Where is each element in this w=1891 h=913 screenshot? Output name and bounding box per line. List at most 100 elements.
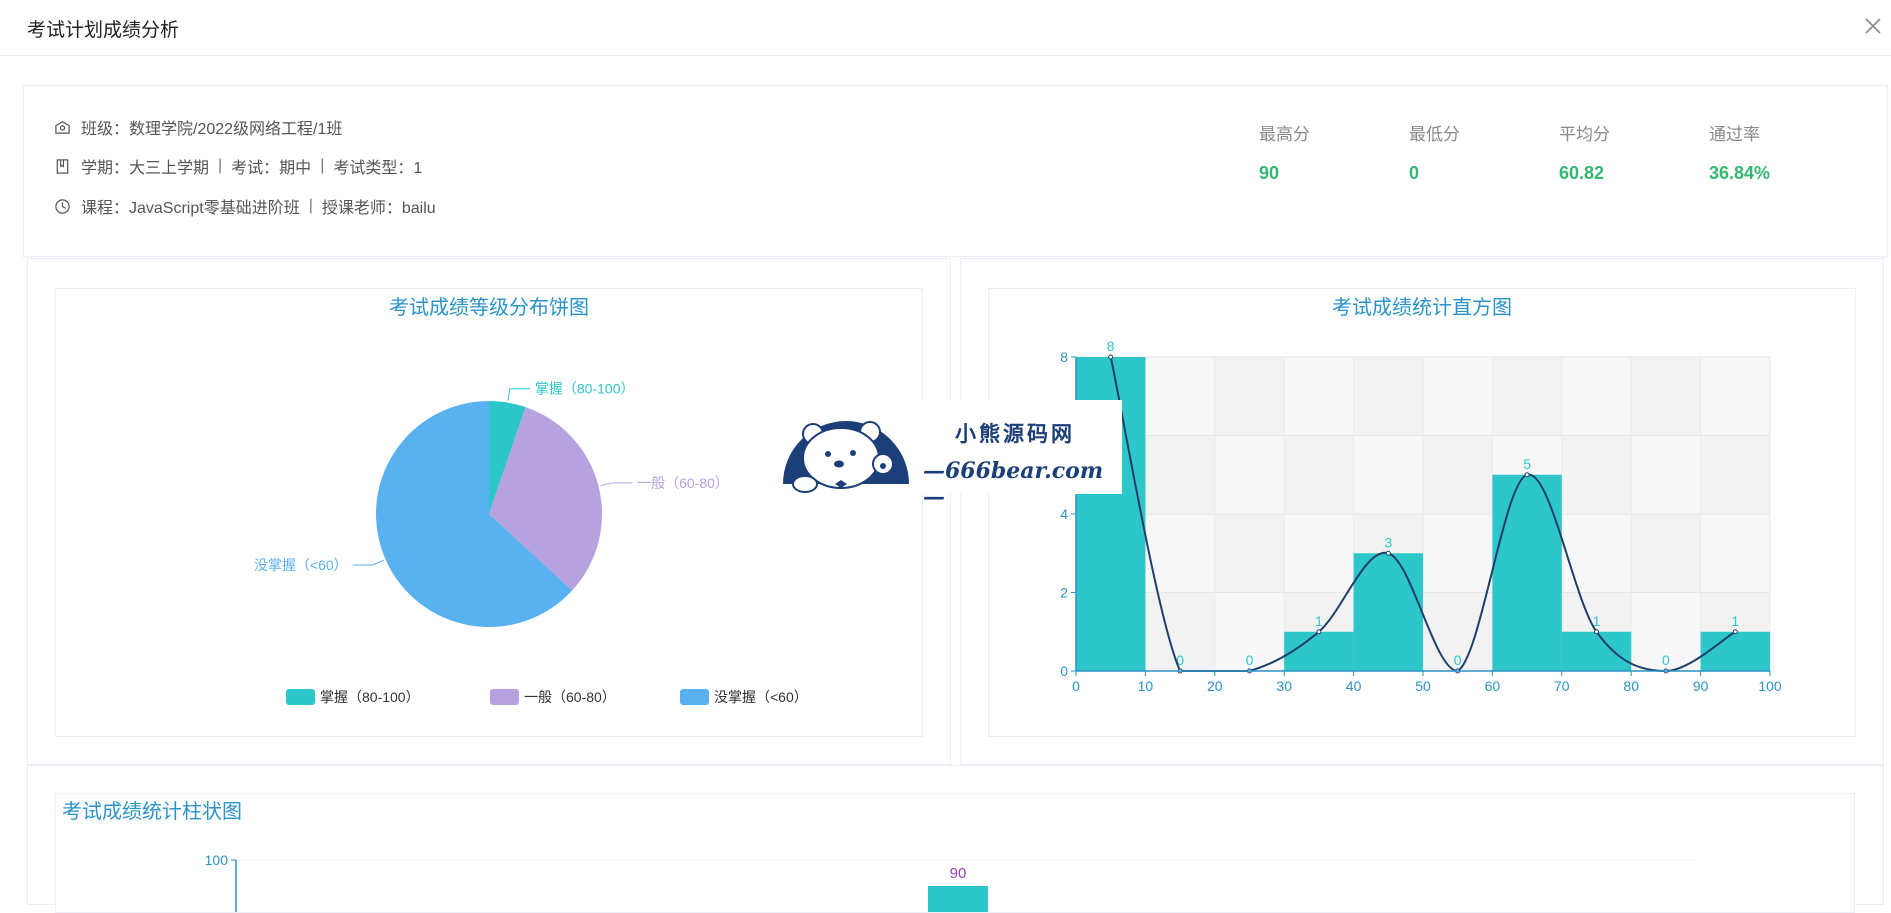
x-tick-label: 70 <box>1554 678 1570 694</box>
watermark: 小熊源码网 —666bear.com— <box>775 400 1122 510</box>
term-info: 学期：大三上学期 | 考试：期中 | 考试类型：1 <box>54 154 422 178</box>
grid-band <box>1145 357 1215 436</box>
histogram-bar <box>1492 474 1562 671</box>
pie-label-line <box>600 482 633 487</box>
grid-band <box>1700 357 1770 436</box>
stat-label: 平均分 <box>1559 125 1610 144</box>
x-tick-label: 30 <box>1276 678 1292 694</box>
class-icon <box>55 120 70 134</box>
course-text: 课程：JavaScript零基础进阶班 <box>81 200 300 217</box>
grid-band <box>1284 357 1354 436</box>
x-tick-label: 100 <box>1758 678 1782 694</box>
stat-pass-rate: 通过率 36.84% <box>1709 120 1829 184</box>
grid-band <box>1214 357 1285 436</box>
grid-band <box>1284 435 1354 514</box>
grid-band <box>1353 435 1423 514</box>
pie-label-line <box>352 559 384 566</box>
teacher-text: 授课老师：bailu <box>321 200 436 217</box>
histogram-bar-label: 0 <box>1662 652 1670 668</box>
grid-band <box>1423 435 1493 514</box>
y-tick-label: 0 <box>1060 663 1068 679</box>
histogram-bar-label: 1 <box>1315 613 1323 629</box>
legend-label: 没掌握（<60） <box>714 689 808 705</box>
histogram-bar-label: 8 <box>1107 338 1115 354</box>
grid-band <box>1631 357 1701 436</box>
grid-band <box>1423 357 1493 436</box>
clock-icon <box>55 198 70 214</box>
x-tick-label: 20 <box>1207 678 1223 694</box>
stat-value: 90 <box>1259 163 1280 183</box>
stat-value: 60.82 <box>1559 163 1605 183</box>
grid-band <box>1353 357 1423 436</box>
separator: | <box>218 157 223 174</box>
close-icon <box>1865 18 1881 34</box>
curve-point <box>1316 629 1322 635</box>
y-tick-label: 100 <box>205 852 229 868</box>
term-text: 学期：大三上学期 <box>81 160 210 177</box>
close-button[interactable] <box>1861 14 1885 38</box>
pie-slice-label: 掌握（80-100） <box>535 381 635 397</box>
x-tick-label: 40 <box>1346 678 1362 694</box>
histogram-bar <box>1561 631 1632 671</box>
curve-point <box>1385 550 1391 556</box>
pie-slice-label: 一般（60-80） <box>637 475 729 491</box>
legend-swatch <box>490 689 519 705</box>
histogram-bar <box>1353 553 1423 671</box>
watermark-url: —666bear.com— <box>923 458 1104 510</box>
grid-band <box>1561 514 1632 593</box>
bar-value-label: 90 <box>950 865 967 882</box>
x-tick-label: 50 <box>1415 678 1431 694</box>
watermark-title: 小熊源码网 <box>955 421 1075 446</box>
legend-swatch <box>286 689 315 705</box>
grid-band <box>1284 514 1354 593</box>
class-text: 班级：数理学院/2022级网络工程/1班 <box>81 121 343 138</box>
stat-value: 36.84% <box>1709 163 1771 183</box>
curve-point <box>1108 354 1114 360</box>
bar-panel: 考试成绩统计柱状图 100 90 <box>27 765 1884 913</box>
curve-point <box>1594 629 1599 635</box>
bar <box>928 886 988 912</box>
course-info: 课程：JavaScript零基础进阶班 | 授课老师：bailu <box>54 194 436 218</box>
modal-title: 考试计划成绩分析 <box>27 20 180 41</box>
modal-header: 考试计划成绩分析 <box>0 0 1891 56</box>
legend-label: 一般（60-80） <box>524 689 616 705</box>
x-tick-label: 0 <box>1072 678 1080 694</box>
stat-average: 平均分 60.82 <box>1559 120 1679 184</box>
histogram-bar-label: 5 <box>1523 456 1531 472</box>
separator: | <box>308 197 313 214</box>
book-icon <box>56 158 69 174</box>
histogram-bar-label: 1 <box>1731 613 1739 629</box>
class-info: 班级：数理学院/2022级网络工程/1班 <box>54 115 342 139</box>
grid-band <box>1145 435 1215 514</box>
exam-text: 考试：期中 <box>231 160 312 177</box>
grid-band <box>1492 357 1562 436</box>
stat-label: 最高分 <box>1259 125 1310 144</box>
grid-band <box>1423 514 1493 593</box>
histogram-bar-label: 3 <box>1384 534 1392 550</box>
pie-panel: 考试成绩等级分布饼图 掌握（80-100） 一般（60-80） 没掌握（<60） 掌握… <box>27 258 951 765</box>
pie-chart: 掌握（80-100） 一般（60-80） 没掌握（<60） 掌握（80-100） 一般（… <box>254 381 808 705</box>
bar-card: 考试成绩统计柱状图 100 90 <box>55 793 1855 913</box>
y-tick-label: 2 <box>1060 585 1068 601</box>
separator: | <box>320 157 325 174</box>
stat-min: 最低分 0 <box>1409 120 1529 184</box>
histogram-bar <box>1284 631 1354 671</box>
grid-band <box>1214 435 1285 514</box>
bear-logo-icon <box>783 421 909 493</box>
exam-type-text: 考试类型：1 <box>333 160 423 177</box>
grid-band <box>1700 435 1770 514</box>
pie-card: 考试成绩等级分布饼图 掌握（80-100） 一般（60-80） 没掌握（<60） 掌握… <box>55 288 923 737</box>
grid-band <box>1561 357 1632 436</box>
curve-point <box>1732 629 1738 635</box>
y-tick-label: 8 <box>1060 349 1068 365</box>
histogram-bar-label: 0 <box>1454 652 1462 668</box>
curve-point <box>1524 472 1530 478</box>
legend-swatch <box>680 689 709 705</box>
x-tick-label: 90 <box>1693 678 1709 694</box>
stat-value: 0 <box>1409 163 1420 183</box>
x-tick-label: 60 <box>1485 678 1501 694</box>
x-tick-label: 80 <box>1623 678 1639 694</box>
stat-label: 通过率 <box>1709 125 1760 144</box>
x-tick-label: 10 <box>1138 678 1154 694</box>
histogram-bar-label: 0 <box>1246 652 1254 668</box>
